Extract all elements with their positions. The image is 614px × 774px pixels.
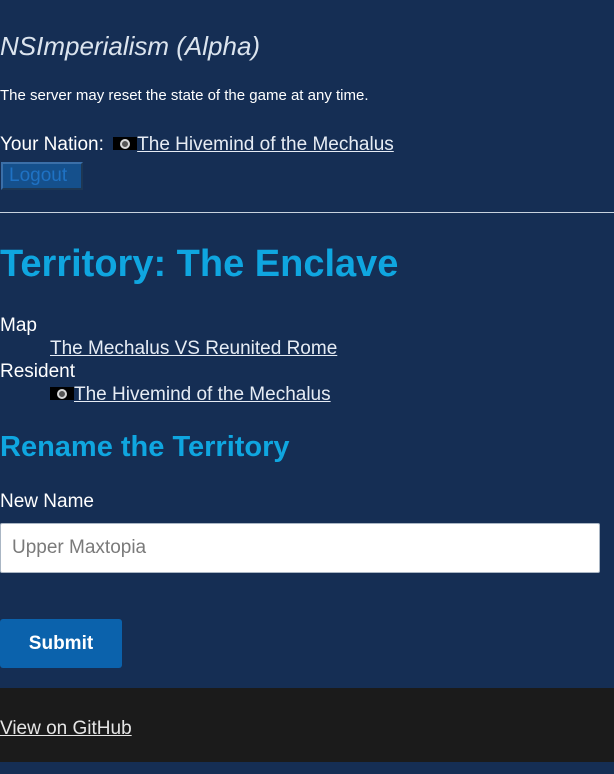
territory-details: Map The Mechalus VS Reunited Rome Reside… bbox=[0, 314, 337, 406]
new-name-input[interactable] bbox=[0, 523, 600, 573]
logout-button[interactable]: Logout bbox=[1, 162, 83, 190]
nation-flag-icon bbox=[113, 137, 138, 150]
footer: View on GitHub bbox=[0, 688, 614, 762]
resident-value: The Hivemind of the Mechalus bbox=[50, 383, 337, 406]
github-link[interactable]: View on GitHub bbox=[0, 717, 132, 741]
map-label: Map bbox=[0, 315, 37, 336]
your-nation-label: Your Nation: bbox=[0, 134, 104, 155]
site-title: NSImperialism (Alpha) bbox=[0, 31, 261, 61]
resident-flag-icon bbox=[50, 387, 74, 400]
map-link[interactable]: The Mechalus VS Reunited Rome bbox=[50, 338, 337, 359]
your-nation-line: Your Nation: The Hivemind of the Mechalu… bbox=[0, 133, 394, 157]
reset-notice: The server may reset the state of the ga… bbox=[0, 87, 369, 104]
resident-link[interactable]: The Hivemind of the Mechalus bbox=[74, 384, 331, 405]
map-value: The Mechalus VS Reunited Rome bbox=[50, 337, 337, 360]
page-title: Territory: The Enclave bbox=[0, 243, 399, 285]
rename-heading: Rename the Territory bbox=[0, 431, 290, 463]
submit-button[interactable]: Submit bbox=[0, 619, 122, 668]
new-name-label: New Name bbox=[0, 491, 94, 512]
resident-label: Resident bbox=[0, 361, 75, 382]
divider bbox=[0, 212, 614, 213]
your-nation-link[interactable]: The Hivemind of the Mechalus bbox=[137, 134, 394, 155]
